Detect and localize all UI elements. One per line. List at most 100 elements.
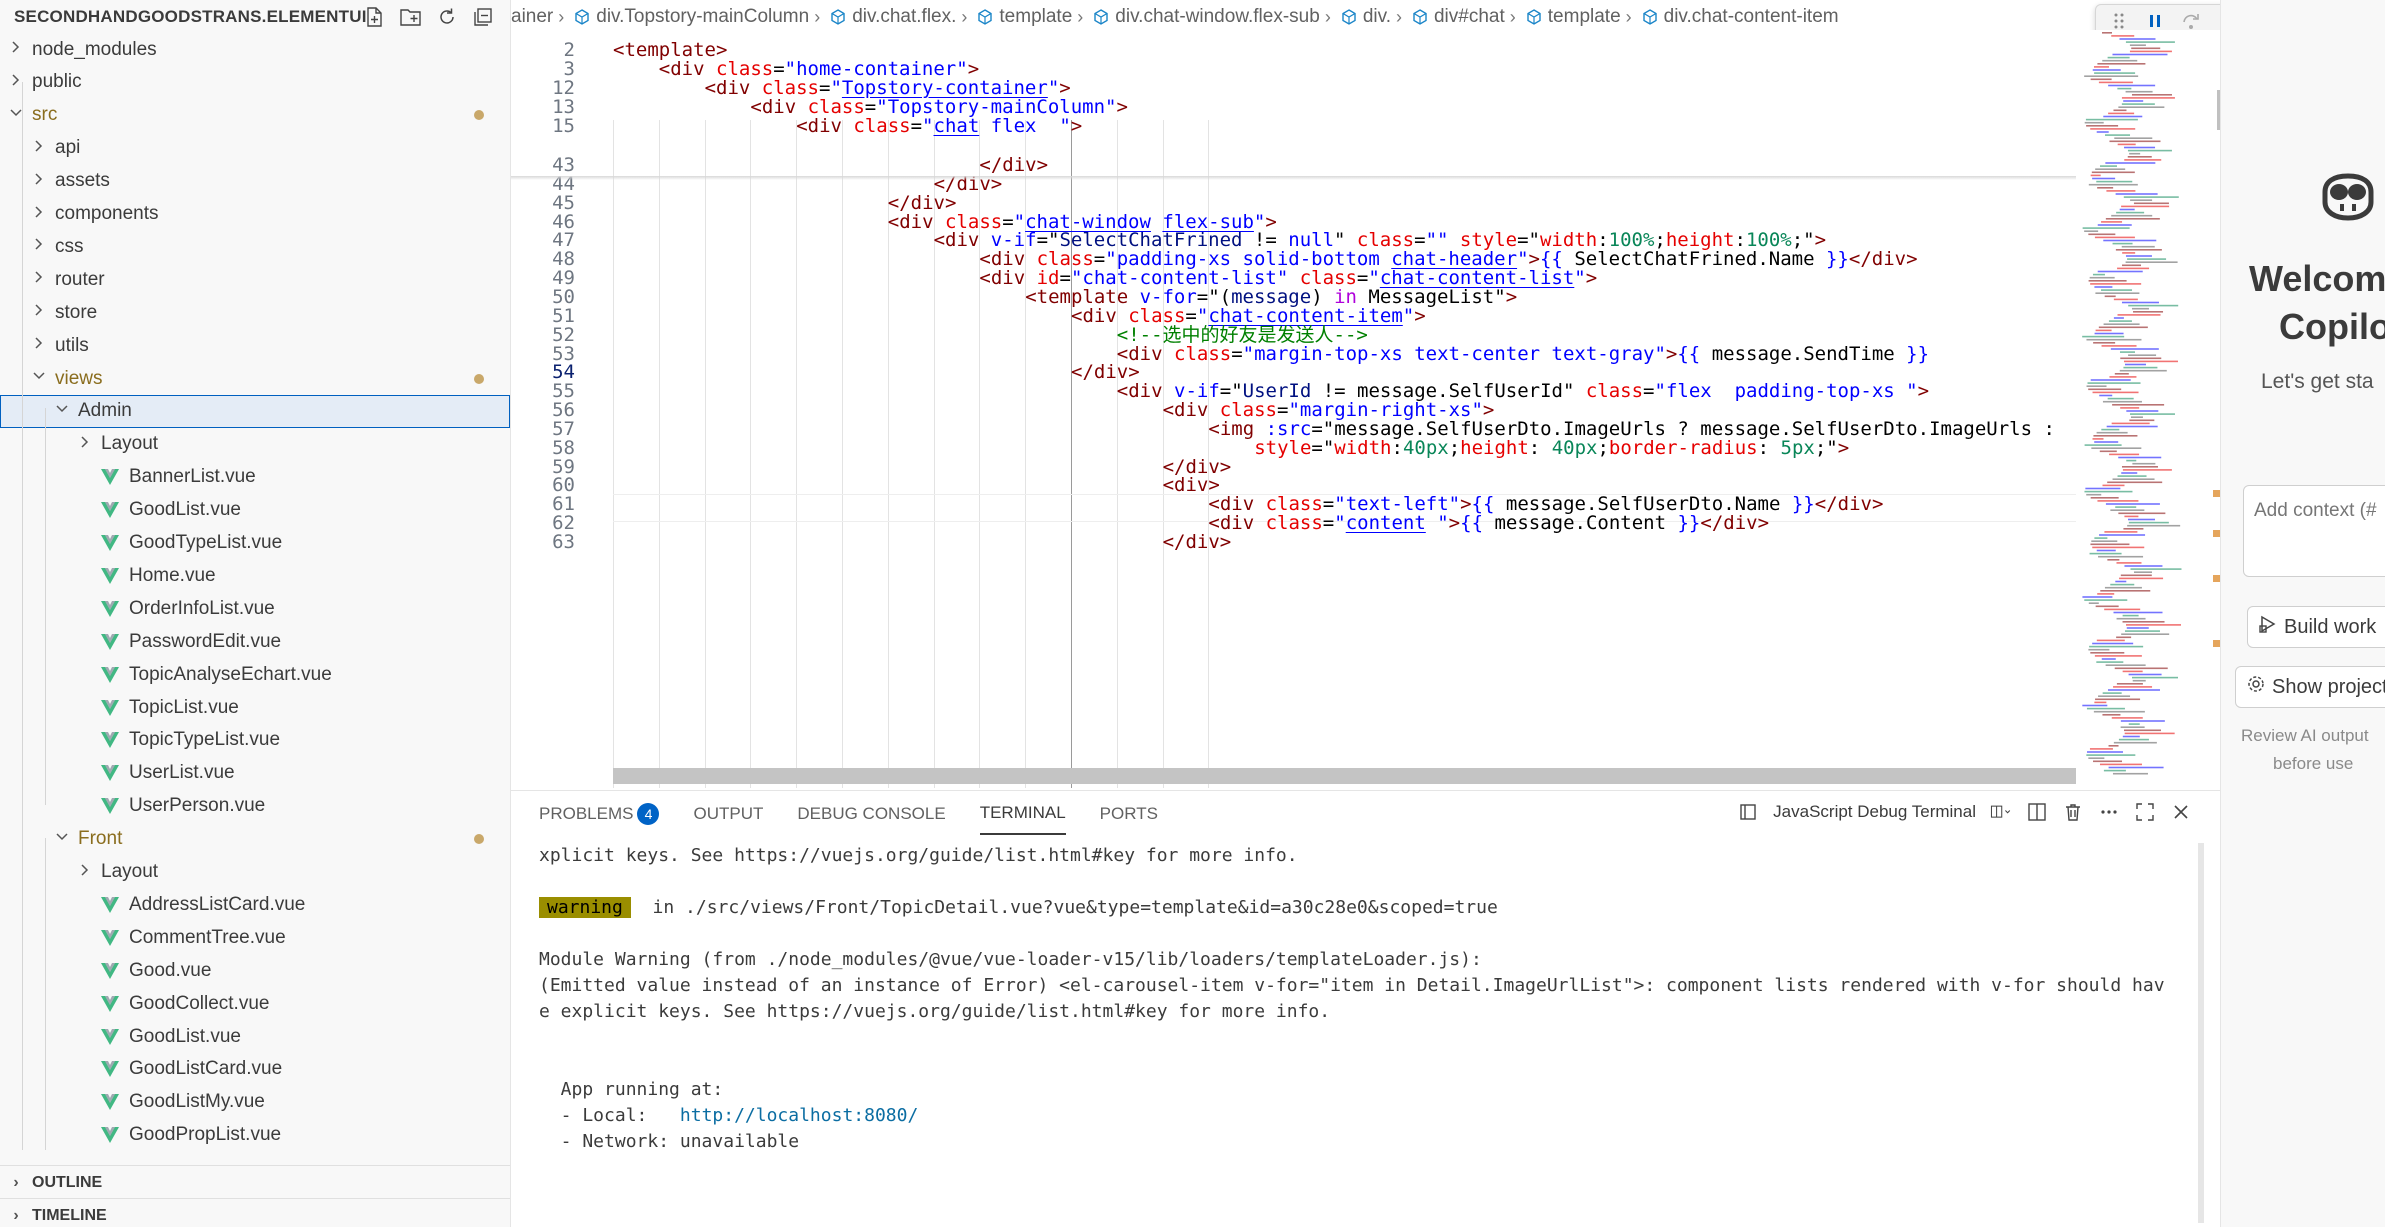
file-item[interactable]: CommentTree.vue [0,921,510,954]
chevron-down-icon[interactable] [54,830,70,849]
code-token: > [1448,512,1461,535]
minimap-line [2101,221,2123,223]
folder-item[interactable]: Layout [0,428,510,461]
code-area[interactable]: 2 <template> 3 <div class="home-container">… [511,36,2076,788]
local-url-link[interactable]: http://localhost:8080/ [680,1105,918,1126]
chevron-down-icon[interactable] [31,369,47,388]
tab-problems[interactable]: PROBLEMS 4 [539,793,660,835]
trash-icon[interactable] [2062,801,2084,823]
timeline-section[interactable]: › TIMELINE [0,1198,510,1227]
code-token: > [1414,304,1426,327]
minimap-line [2095,168,2126,170]
file-item[interactable]: GoodCollect.vue [0,987,510,1020]
breadcrumb-item[interactable]: template [1521,6,1621,28]
chevron-right-icon[interactable] [31,172,47,191]
breadcrumb-item[interactable]: div.chat-window.flex-sub [1088,6,1320,28]
breadcrumb-item[interactable]: template [972,6,1072,28]
new-folder-icon[interactable] [398,4,424,30]
minimap-line [2131,307,2149,310]
breadcrumb-item[interactable]: div.chat.flex. [825,6,956,28]
chevron-right-icon[interactable] [31,139,47,158]
file-item[interactable]: AddressListCard.vue [0,888,510,921]
tab-ports[interactable]: PORTS [1100,794,1158,834]
file-item[interactable]: UserList.vue [0,757,510,790]
file-item[interactable]: GoodList.vue [0,494,510,527]
terminal-name[interactable]: JavaScript Debug Terminal [1773,802,1976,822]
folder-item[interactable]: router [0,263,510,296]
folder-item[interactable]: Admin [0,394,510,428]
minimap-line [2131,94,2172,96]
breadcrumb-item[interactable]: div.chat-content-item [1637,6,1839,28]
file-item[interactable]: TopicTypeList.vue [0,724,510,757]
chevron-right-icon[interactable] [31,303,47,322]
refresh-icon[interactable] [434,4,460,30]
folder-item[interactable]: utils [0,329,510,362]
terminal-scrollbar[interactable] [2198,843,2204,1223]
horizontal-scrollbar[interactable] [613,768,2260,784]
terminal-output[interactable]: xplicit keys. See https://vuejs.org/guid… [539,843,2165,1155]
file-item[interactable]: GoodList.vue [0,1020,510,1053]
chevron-right-icon[interactable] [31,205,47,224]
tab-output[interactable]: OUTPUT [693,794,763,834]
breadcrumb-item[interactable]: div.Topstory-mainColumn [569,6,809,28]
build-workspace-button[interactable]: Build work [2247,606,2385,648]
file-item[interactable]: BannerList.vue [0,461,510,494]
chevron-right-icon[interactable] [8,40,24,59]
file-item[interactable]: Home.vue [0,559,510,592]
code-token: class [1265,512,1323,535]
breadcrumb-item[interactable]: ainer [511,6,553,28]
new-file-icon[interactable] [362,4,388,30]
tree-label: Admin [78,400,132,422]
outline-section[interactable]: › OUTLINE [0,1165,510,1199]
minimap-line [2123,196,2179,198]
code-token: </div> [1848,248,1918,271]
file-item[interactable]: GoodListMy.vue [0,1086,510,1119]
close-panel-icon[interactable] [2170,801,2192,823]
vue-file-icon [101,1127,119,1144]
chevron-down-icon[interactable] [54,402,70,421]
terminal-line: (Emitted value instead of an instance of… [539,973,2165,999]
folder-item[interactable]: public [0,66,510,99]
minimap-line [2108,84,2156,87]
file-item[interactable]: TopicAnalyseEchart.vue [0,658,510,691]
folder-item[interactable]: store [0,296,510,329]
minimap[interactable] [2076,30,2220,785]
folder-item[interactable]: css [0,230,510,263]
chevron-right-icon[interactable] [77,863,93,882]
file-item[interactable]: GoodListCard.vue [0,1053,510,1086]
add-context-input[interactable]: Add context (# [2243,485,2385,577]
collapse-all-icon[interactable] [470,4,496,30]
split-launch-icon[interactable] [1990,801,2012,823]
file-item[interactable]: GoodTypeList.vue [0,527,510,560]
maximize-panel-icon[interactable] [2134,801,2156,823]
folder-item[interactable]: api [0,132,510,165]
folder-item[interactable]: Layout [0,856,510,889]
file-item[interactable]: GoodPropList.vue [0,1119,510,1152]
split-terminal-icon[interactable] [2026,801,2048,823]
folder-item[interactable]: views [0,362,510,395]
minimap-line [2103,769,2126,772]
show-project-button[interactable]: Show project [2235,666,2385,708]
folder-item[interactable]: src [0,99,510,132]
file-item[interactable]: UserPerson.vue [0,790,510,823]
folder-item[interactable]: components [0,198,510,231]
chevron-right-icon[interactable] [31,237,47,256]
breadcrumb-item[interactable]: div. [1336,6,1391,28]
minimap-line [2096,180,2133,183]
chevron-right-icon[interactable] [31,336,47,355]
file-item[interactable]: TopicList.vue [0,691,510,724]
chevron-right-icon[interactable] [77,435,93,454]
file-item[interactable]: OrderInfoList.vue [0,592,510,625]
folder-item[interactable]: Front [0,823,510,856]
folder-item[interactable]: assets [0,165,510,198]
more-actions-icon[interactable] [2098,801,2120,823]
minimap-line [2094,72,2136,74]
tab-debug-console[interactable]: DEBUG CONSOLE [797,794,945,834]
file-item[interactable]: Good.vue [0,954,510,987]
folder-item[interactable]: node_modules [0,33,510,66]
tab-terminal[interactable]: TERMINAL [979,793,1066,835]
file-item[interactable]: PasswordEdit.vue [0,625,510,658]
chevron-right-icon[interactable] [31,270,47,289]
breadcrumb-item[interactable]: div#chat [1407,6,1505,28]
